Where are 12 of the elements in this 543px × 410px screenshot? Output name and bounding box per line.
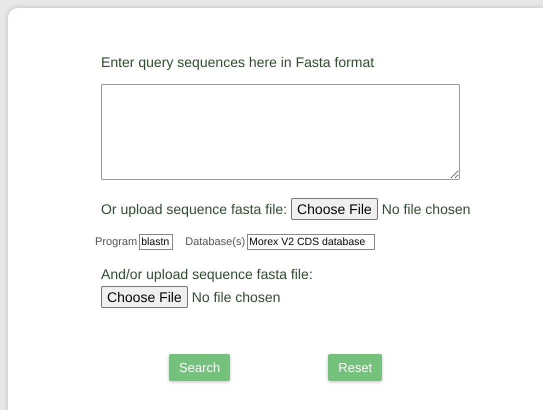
query-label: Enter query sequences here in Fasta format <box>101 54 376 70</box>
upload-label: And/or upload sequence fasta file: <box>101 266 314 282</box>
choose-file-button[interactable]: Choose File <box>291 198 378 220</box>
database-field[interactable]: Morex V2 CDS database <box>247 234 376 250</box>
database-label: Database(s) <box>185 236 246 248</box>
file-status: No file chosen <box>382 201 470 217</box>
file-status: No file chosen <box>192 289 280 305</box>
program-field[interactable]: blastn <box>139 234 174 250</box>
choose-file-button[interactable]: Choose File <box>101 286 188 308</box>
sequence-input[interactable] <box>101 84 460 180</box>
program-label: Program <box>95 236 138 248</box>
upload-label: Or upload sequence fasta file: <box>101 201 288 217</box>
